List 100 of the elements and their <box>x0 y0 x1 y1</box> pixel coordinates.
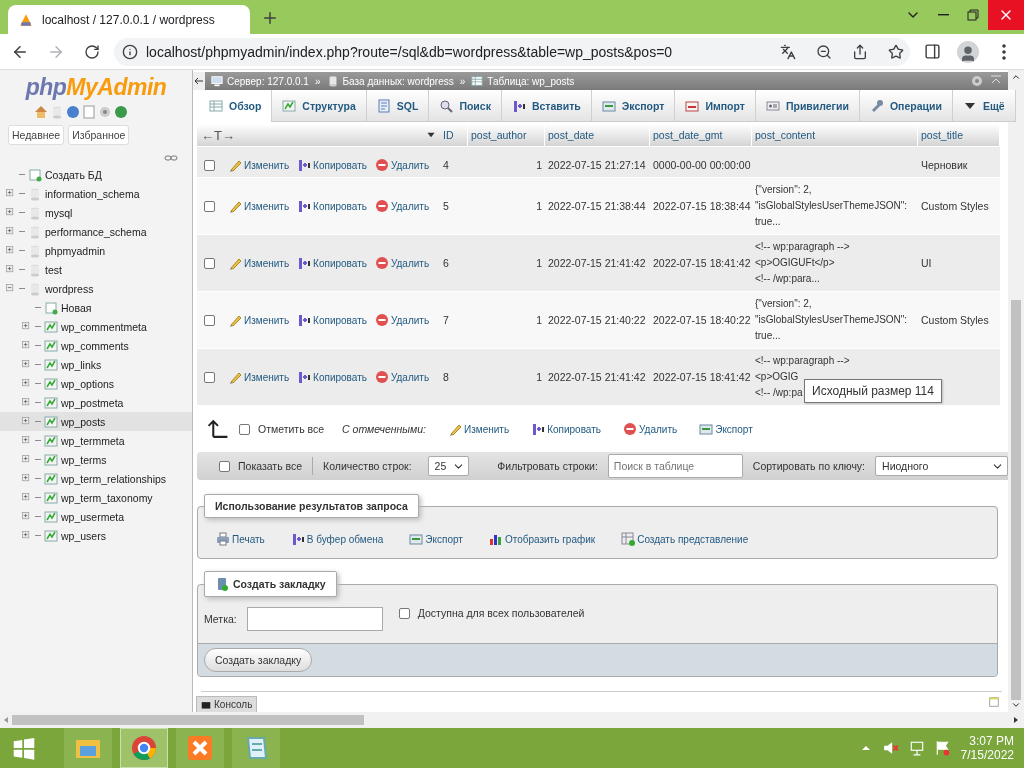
show-all-checkbox[interactable] <box>219 460 230 472</box>
browser-tab[interactable]: localhost / 127.0.0.1 / wordpress <box>8 5 250 34</box>
operation-link[interactable]: В буфер обмена <box>290 532 384 546</box>
column-header[interactable]: ID <box>440 124 468 146</box>
operation-link[interactable]: Печать <box>216 532 265 546</box>
tree-item[interactable]: wp_links <box>0 355 192 374</box>
taskbar-app[interactable] <box>176 728 224 768</box>
scroll-down-icon[interactable] <box>1011 700 1021 710</box>
copy-link[interactable]: Копировать <box>297 158 367 172</box>
operation-link[interactable]: Отобразить график <box>488 532 596 546</box>
sidebar-tab[interactable]: Избранное <box>68 125 130 145</box>
public-checkbox[interactable] <box>398 607 410 619</box>
tab[interactable]: Импорт <box>675 90 756 122</box>
tree-item[interactable]: Создать БД <box>0 165 192 184</box>
tree-item[interactable]: test <box>0 260 192 279</box>
create-bookmark-button[interactable]: Создать закладку <box>204 648 313 672</box>
tree-item[interactable]: Новая <box>0 298 192 317</box>
copy-link[interactable]: Копировать <box>531 422 601 436</box>
scroll-up-icon[interactable] <box>1011 72 1021 82</box>
label-field[interactable] <box>246 607 383 631</box>
console-tab[interactable]: Консоль <box>196 696 258 712</box>
tree-item[interactable]: wp_term_taxonomy <box>0 488 192 507</box>
edit-link[interactable]: Изменить <box>228 313 290 327</box>
tree-item[interactable]: performance_schema <box>0 222 192 241</box>
tree-item[interactable]: mysql <box>0 203 192 222</box>
column-header[interactable]: post_content <box>752 124 918 146</box>
delete-link[interactable]: Удалить <box>374 370 430 384</box>
sort-select[interactable]: Ниодного <box>875 456 1008 476</box>
edit-link[interactable]: Изменить <box>448 422 510 436</box>
tab[interactable]: Ещё <box>952 90 1016 122</box>
taskbar-app[interactable] <box>120 728 168 768</box>
row-checkbox[interactable] <box>204 200 215 212</box>
logo[interactable]: phpMyAdmin <box>0 74 192 101</box>
tree-item[interactable]: phpmyadmin <box>0 241 192 260</box>
tab[interactable]: Операции <box>859 90 953 122</box>
delete-link[interactable]: Удалить <box>374 199 430 213</box>
tree-item[interactable]: wp_users <box>0 526 192 545</box>
tab[interactable]: Экспорт <box>591 90 676 122</box>
column-header[interactable]: post_title <box>918 124 1000 146</box>
row-checkbox[interactable] <box>204 371 215 383</box>
copy-link[interactable]: Копировать <box>297 370 367 384</box>
column-resize-control[interactable]: ←T→ <box>201 127 235 143</box>
operation-link[interactable]: Экспорт <box>409 532 463 546</box>
export-link[interactable]: Экспорт <box>699 422 753 436</box>
taskbar-app[interactable] <box>232 728 280 768</box>
delete-link[interactable]: Удалить <box>374 158 430 172</box>
row-checkbox[interactable] <box>204 159 215 171</box>
tab[interactable]: SQL <box>366 90 430 122</box>
copy-icon <box>297 370 312 384</box>
address-field[interactable]: localhost/phpmyadmin/index.php?route=/sql&db=wordpress&table=wp_posts&pos=0 <box>114 37 910 66</box>
row-checkbox[interactable] <box>204 257 215 269</box>
column-header[interactable]: post_author <box>468 124 545 146</box>
new-icon <box>44 300 58 315</box>
delete-link[interactable]: Удалить <box>623 422 678 436</box>
breadcrumb-link[interactable]: Сервер: 127.0.0.1 <box>211 75 309 87</box>
scroll-right-icon[interactable] <box>1012 716 1020 724</box>
edit-link[interactable]: Изменить <box>228 158 290 172</box>
scrollbar-thumb[interactable] <box>12 715 364 725</box>
rows-select[interactable]: 25 <box>427 456 470 476</box>
edit-link[interactable]: Изменить <box>228 370 290 384</box>
collapse-button[interactable] <box>193 72 205 90</box>
check-all-checkbox[interactable] <box>239 423 250 435</box>
column-header[interactable]: post_date_gmt <box>650 124 752 146</box>
breadcrumb-link[interactable]: База данных: wordpress <box>326 75 454 87</box>
tree-item[interactable]: wp_commentmeta <box>0 317 192 336</box>
tree-item[interactable]: wp_usermeta <box>0 507 192 526</box>
tree-item[interactable]: wp_termmeta <box>0 431 192 450</box>
tree-item[interactable]: wp_postmeta <box>0 393 192 412</box>
edit-link[interactable]: Изменить <box>228 256 290 270</box>
filter-field[interactable]: Поиск в таблице <box>607 454 743 478</box>
copy-link[interactable]: Копировать <box>297 199 367 213</box>
breadcrumb-link[interactable]: Таблица: wp_posts <box>471 75 575 87</box>
tree-item[interactable]: wp_terms <box>0 450 192 469</box>
table-cell-text: {"version": 2, <box>755 183 812 197</box>
copy-icon <box>297 199 312 213</box>
tab[interactable]: Поиск <box>429 90 502 122</box>
scrollbar-thumb[interactable] <box>1011 300 1021 700</box>
copy-link[interactable]: Копировать <box>297 313 367 327</box>
tab[interactable]: Привилегии <box>755 90 860 122</box>
vertical-scrollbar[interactable] <box>1008 70 1024 712</box>
tree-item[interactable]: wp_options <box>0 374 192 393</box>
tree-item[interactable]: wp_comments <box>0 336 192 355</box>
speaker-muted-icon <box>882 740 899 756</box>
scroll-left-icon[interactable] <box>2 716 10 724</box>
tree-item[interactable]: wp_term_relationships <box>0 469 192 488</box>
tab[interactable]: Структура <box>272 90 367 122</box>
tree-item[interactable]: wp_posts <box>0 412 192 431</box>
edit-link[interactable]: Изменить <box>228 199 290 213</box>
tree-item[interactable]: information_schema <box>0 184 192 203</box>
row-checkbox[interactable] <box>204 314 215 326</box>
sidebar-tab[interactable]: Недавнее <box>8 125 65 145</box>
column-header[interactable]: post_date <box>545 124 650 146</box>
tree-item[interactable]: wordpress <box>0 279 192 298</box>
operation-link[interactable]: Создать представление <box>621 532 749 546</box>
delete-link[interactable]: Удалить <box>374 313 430 327</box>
tab[interactable]: Вставить <box>501 90 592 122</box>
export-icon <box>409 532 424 546</box>
delete-link[interactable]: Удалить <box>374 256 430 270</box>
copy-link[interactable]: Копировать <box>297 256 367 270</box>
horizontal-scrollbar[interactable] <box>0 712 1024 728</box>
